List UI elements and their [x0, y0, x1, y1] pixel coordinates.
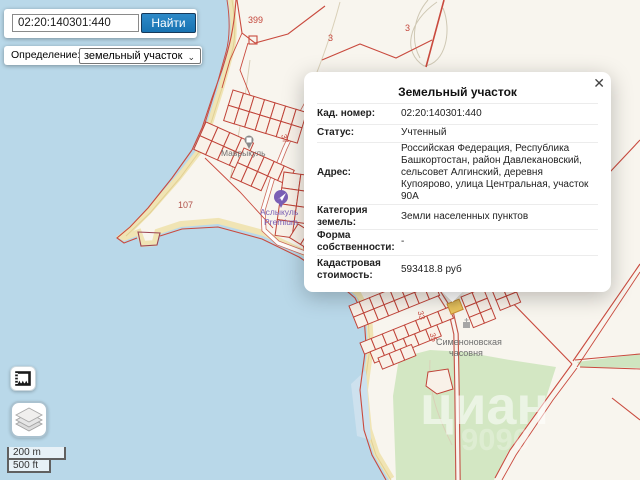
svg-text:3: 3 [328, 33, 333, 43]
svg-text:107: 107 [178, 200, 193, 210]
svg-text:9090: 9090 [461, 422, 530, 457]
svg-text:Сименоновская: Сименоновская [436, 337, 502, 347]
svg-text:Аслыкуль: Аслыкуль [260, 207, 299, 217]
svg-text:399: 399 [248, 15, 263, 25]
svg-text:Premium: Premium [264, 217, 298, 227]
svg-text:Маврыкуль: Маврыкуль [221, 148, 266, 158]
svg-text:часовня: часовня [449, 348, 483, 358]
svg-text:3: 3 [405, 23, 410, 33]
